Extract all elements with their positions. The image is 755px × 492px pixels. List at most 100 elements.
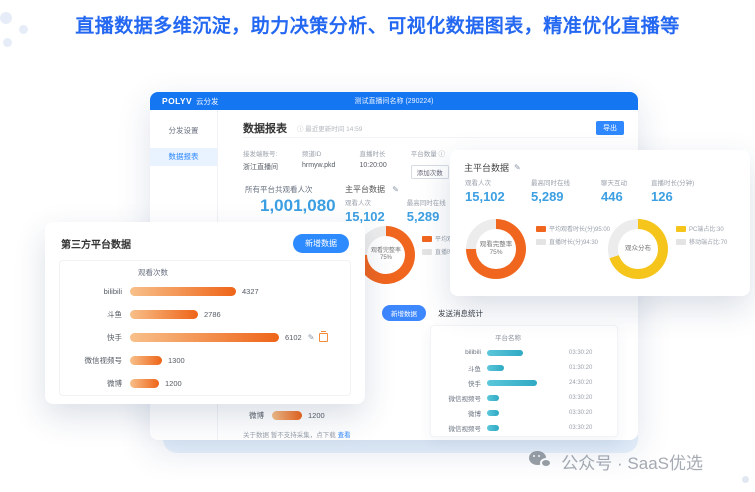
info-value: 浙江直播间 (243, 162, 278, 172)
bar-row: 微信视频号1300 (60, 349, 350, 372)
legend-item: 直播时长(分)94:30 (536, 237, 610, 246)
legend-swatch (676, 239, 686, 245)
stat: 观看人次15,102 (345, 197, 385, 224)
bar (487, 425, 499, 431)
donut-center-line: 75% (489, 249, 502, 257)
sidebar-item[interactable]: 分发设置 (150, 122, 217, 140)
bar (130, 310, 198, 319)
edit-icon[interactable]: ✎ (514, 163, 521, 172)
audience-distribution-legend: PC端占比:30移动端占比:70 (676, 224, 727, 246)
footer-credit: 公众号 · SaaS优选 (529, 449, 703, 474)
stat: 直播时长(分钟) 126 (651, 177, 731, 204)
main-platform-card-header: 主平台数据 ✎ (450, 150, 750, 174)
views-chart-header: 观看次数 (138, 267, 350, 278)
main-platform-section-title: 主平台数据 ✎ (345, 184, 399, 195)
view-link[interactable]: 查看 (338, 432, 351, 439)
stat: 聊天互动446 (601, 177, 651, 204)
duration-row: 斗鱼01:30:20 (439, 360, 609, 375)
section-title-text: 主平台数据 (345, 185, 385, 194)
legend-swatch (676, 226, 686, 232)
main-platform-card: 主平台数据 ✎ 观看人次15,102最高同时在线5,289聊天互动446直播时长… (450, 150, 750, 296)
third-party-card: 第三方平台数据 新增数据 观看次数 bilibili4327斗鱼2786快手61… (45, 222, 365, 404)
duration-bar-wrap (487, 425, 565, 431)
info-field: 频道IDhrmyw.pkd (302, 148, 335, 180)
legend-item: 平均观看时长(分)95:00 (536, 224, 610, 233)
legend-swatch (422, 249, 432, 255)
edit-icon[interactable]: ✎ (308, 333, 315, 342)
third-party-card-header: 第三方平台数据 新增数据 (45, 222, 365, 253)
info-label: 接发端账号: (243, 148, 278, 158)
stat-value: 15,102 (465, 189, 531, 204)
bar (130, 287, 236, 296)
donut-center-label: 观看完整率75% (367, 236, 405, 274)
last-updated-text: ⓘ 最近更新时间 14:59 (297, 123, 362, 133)
add-count-button[interactable]: 添加次数 (411, 165, 449, 179)
stat-label: 最高同时在线 (531, 177, 601, 187)
content-header: 数据报表 ⓘ 最近更新时间 14:59 导出 (243, 118, 624, 138)
main-platform-card-title: 主平台数据 (464, 161, 509, 174)
info-label: 频道ID (302, 148, 335, 158)
total-views-value: 1,001,080 (260, 196, 336, 216)
bar-value: 1200 (308, 411, 325, 420)
duration-row: 微信视频号03:30:20 (439, 420, 609, 435)
donut-center-line: 观看完整率 (480, 241, 513, 249)
stat-label: 最高同时在线 (407, 197, 446, 207)
legend-swatch (536, 239, 546, 245)
bar-value: 2786 (204, 310, 221, 319)
info-field: 直播时长10:20:00 (359, 148, 386, 180)
total-views-label: 所有平台共观看人次 (245, 184, 313, 195)
info-field: 接发端账号: 浙江直播间 (243, 148, 278, 180)
duration-bar-wrap (487, 410, 565, 416)
donut-center-line: 75% (380, 255, 392, 263)
duration-bar-wrap (487, 395, 565, 401)
export-button[interactable]: 导出 (596, 121, 624, 135)
stat-label: 直播时长(分钟) (651, 177, 731, 187)
bar-value: 1200 (165, 379, 182, 388)
duration-row: 快手24:30:20 (439, 375, 609, 390)
duration-chart-header: 平台名称 (495, 332, 609, 342)
bar (487, 380, 537, 386)
bar (487, 410, 499, 416)
edit-icon[interactable]: ✎ (392, 185, 399, 194)
window-titlebar: POLYV 云分发 测试直播间名称 (290224) (150, 92, 638, 110)
bar-row: 斗鱼2786 (60, 303, 350, 326)
duration-label: 微博 (439, 408, 487, 418)
page-title: 数据报表 (243, 120, 287, 136)
bar-label: 微博 (60, 378, 130, 389)
stat-label: 观看人次 (465, 177, 531, 187)
duration-bar-wrap (487, 365, 565, 371)
footer-label: 公众号 · SaaS优选 (561, 449, 703, 474)
bar (487, 350, 523, 356)
stat-value: 126 (651, 189, 731, 204)
sidebar-item[interactable]: 数据报表 (150, 148, 217, 166)
stat: 观看人次 15,102 (465, 177, 531, 204)
legend-label: 移动端占比:70 (689, 237, 727, 246)
add-data-pill-button[interactable]: 新增数据 (382, 305, 426, 321)
duration-value: 01:30:20 (569, 365, 592, 371)
decor-dot (742, 476, 749, 483)
watch-completion-donut: 观看完整率75% (357, 226, 415, 284)
add-data-button[interactable]: 新增数据 (293, 234, 349, 253)
info-value: 10:20:00 (359, 162, 386, 169)
donut-center-label: 观看完整率75% (476, 229, 516, 269)
duration-value: 03:30:20 (569, 350, 592, 356)
info-row: 接发端账号: 浙江直播间 频道IDhrmyw.pkd 直播时长10:20:00 平台数量… (243, 148, 449, 180)
bar (272, 411, 302, 420)
duration-panel: 平台名称 bilibili03:30:20斗鱼01:30:20快手24:30:2… (430, 325, 618, 437)
duration-bar-wrap (487, 350, 565, 356)
bar (130, 356, 162, 365)
stat-label: 观看人次 (345, 197, 385, 207)
legend-swatch (536, 226, 546, 232)
main-stats-row: 观看人次15,102 最高同时在线 5,289 (345, 197, 446, 224)
stat-value: 5,289 (407, 209, 446, 224)
bar-label: 微信视频号 (60, 355, 130, 366)
stat-label: 聊天互动 (601, 177, 651, 187)
room-title: 测试直播间名称 (290224) (150, 96, 638, 106)
trash-icon[interactable] (319, 333, 328, 342)
stat: 最高同时在线 5,289 (407, 197, 446, 224)
info-field: 平台数量 ⓘ添加次数 (411, 148, 449, 180)
duration-row: 微博03:30:20 (439, 405, 609, 420)
duration-row: bilibili03:30:20 (439, 345, 609, 360)
third-party-card-title: 第三方平台数据 (61, 236, 131, 251)
weibo-bar-row: 微博 1200 (248, 410, 325, 421)
